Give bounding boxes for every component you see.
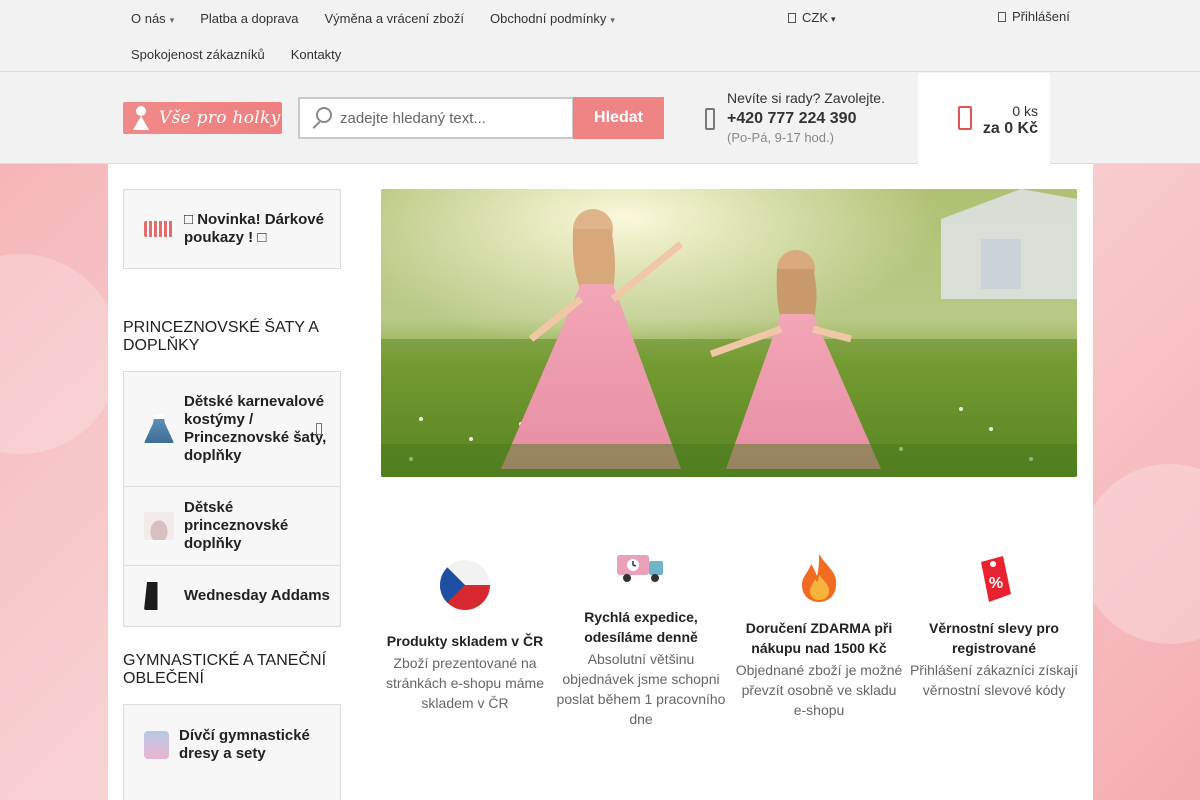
category-list-princess: Dětské karnevalové kostýmy / Princeznovs… bbox=[123, 371, 341, 627]
category-item-gym-dresses[interactable]: Dívčí gymnastické dresy a sety bbox=[124, 705, 340, 784]
feature-loyalty: % Věrnostní slevy pro registrované Přihl… bbox=[909, 552, 1079, 700]
nav-platba-a-doprava[interactable]: Platba a doprava bbox=[187, 11, 311, 26]
category-item-costumes[interactable]: Dětské karnevalové kostýmy / Princeznovs… bbox=[124, 372, 340, 487]
category-label: Wednesday Addams bbox=[184, 587, 330, 604]
cart-icon bbox=[958, 106, 972, 130]
nav-o-nas[interactable]: O nás ▾ bbox=[118, 11, 187, 26]
feature-title: Rychlá expedice, odesíláme denně bbox=[584, 609, 698, 645]
search-form: Hledat bbox=[298, 97, 664, 139]
black-dress-thumbnail bbox=[144, 582, 158, 610]
chevron-down-icon: ▾ bbox=[169, 14, 175, 25]
phone-icon bbox=[705, 108, 715, 130]
nav-kontakty[interactable]: Kontakty bbox=[278, 47, 355, 62]
promo-box: □ Novinka! Dárkové poukazy ! □ bbox=[123, 189, 341, 269]
girl-logo-icon bbox=[131, 104, 153, 132]
feature-description: Objednané zboží je možné převzít osobně … bbox=[735, 662, 903, 718]
discount-tag-icon: % bbox=[981, 556, 1011, 602]
feature-free-delivery: Doručení ZDARMA při nákupu nad 1500 Kč O… bbox=[734, 552, 904, 720]
feature-title: Doručení ZDARMA při nákupu nad 1500 Kč bbox=[745, 620, 893, 656]
login-link[interactable]: Přihlášení bbox=[998, 9, 1070, 24]
search-field bbox=[298, 97, 574, 139]
delivery-truck-icon bbox=[617, 555, 663, 582]
czech-flag-icon bbox=[440, 560, 490, 610]
chevron-down-icon: ▾ bbox=[610, 14, 615, 25]
main-content: □ Novinka! Dárkové poukazy ! □ PRINCEZNO… bbox=[108, 164, 1093, 800]
search-button[interactable]: Hledat bbox=[573, 97, 664, 139]
feature-fast-shipping: Rychlá expedice, odesíláme denně Absolut… bbox=[556, 549, 726, 729]
currency-icon bbox=[788, 13, 796, 23]
feature-stock: Produkty skladem v ČR Zboží prezentované… bbox=[380, 559, 550, 713]
nav-spokojenost-zakazniku[interactable]: Spokojenost zákazníků bbox=[118, 47, 278, 62]
cart-total: za 0 Kč bbox=[982, 120, 1038, 137]
category-heading-gymnastics: GYMNASTICKÉ A TANEČNÍ OBLEČENÍ bbox=[123, 652, 327, 687]
category-item-accessories[interactable]: Dětské princeznovské doplňky bbox=[124, 487, 340, 566]
promo-label: □ Novinka! Dárkové poukazy ! □ bbox=[184, 211, 324, 246]
contact-info: Nevíte si rady? Zavolejte. +420 777 224 … bbox=[727, 90, 885, 145]
category-label: Dětské karnevalové kostýmy / Princeznovs… bbox=[184, 393, 327, 464]
nav-obchodni-podminky[interactable]: Obchodní podmínky ▾ bbox=[477, 11, 628, 26]
category-heading-princess: PRINCEZNOVSKÉ ŠATY A DOPLŇKY bbox=[123, 319, 319, 354]
leotard-thumbnail bbox=[144, 730, 169, 759]
top-bar: O nás ▾ Platba a doprava Výměna a vrácení… bbox=[0, 0, 1200, 72]
search-icon bbox=[310, 107, 332, 129]
chevron-down-icon: ▾ bbox=[831, 14, 836, 24]
search-input[interactable] bbox=[340, 109, 560, 127]
blue-dress-thumbnail bbox=[144, 415, 174, 443]
feature-title: Věrnostní slevy pro registrované bbox=[929, 620, 1059, 656]
currency-selector[interactable]: CZK ▾ bbox=[788, 10, 836, 25]
contact-phone[interactable]: +420 777 224 390 bbox=[727, 110, 885, 128]
top-nav-row-2: Spokojenost zákazníků Kontakty bbox=[118, 36, 858, 72]
feature-description: Zboží prezentované na stránkách e-shopu … bbox=[386, 655, 544, 711]
feature-description: Absolutní většinu objednávek jsme schopn… bbox=[556, 651, 726, 727]
contact-hours: (Po-Pá, 9-17 hod.) bbox=[727, 130, 834, 145]
feature-title: Produkty skladem v ČR bbox=[386, 633, 544, 649]
svg-text:%: % bbox=[989, 575, 1003, 592]
category-label: Dětské princeznovské doplňky bbox=[184, 499, 289, 552]
cart-widget[interactable]: 0 ks za 0 Kč bbox=[918, 73, 1050, 164]
chevron-right-icon[interactable] bbox=[316, 423, 322, 435]
tiara-thumbnail bbox=[144, 512, 174, 540]
cart-quantity: 0 ks bbox=[1012, 103, 1038, 119]
hero-banner-image bbox=[381, 189, 1077, 477]
category-label: Dívčí gymnastické dresy a sety bbox=[179, 726, 310, 762]
user-icon bbox=[998, 12, 1006, 22]
top-nav-row-1: O nás ▾ Platba a doprava Výměna a vrácení… bbox=[118, 0, 858, 36]
gift-voucher-thumbnail bbox=[144, 221, 174, 237]
category-list-gymnastics: Dívčí gymnastické dresy a sety bbox=[123, 704, 341, 800]
category-item-wednesday[interactable]: Wednesday Addams bbox=[124, 566, 340, 626]
top-navigation: O nás ▾ Platba a doprava Výměna a vrácení… bbox=[118, 0, 858, 72]
contact-question: Nevíte si rady? Zavolejte. bbox=[727, 90, 885, 106]
feature-description: Přihlášení zákazníci získají věrnostní s… bbox=[909, 662, 1079, 698]
nav-vymena-a-vraceni[interactable]: Výměna a vrácení zboží bbox=[312, 11, 477, 26]
fire-icon bbox=[802, 554, 837, 602]
site-logo[interactable]: Vše pro holky bbox=[123, 102, 282, 134]
hero-banner[interactable] bbox=[381, 189, 1077, 477]
promo-item[interactable]: □ Novinka! Dárkové poukazy ! □ bbox=[124, 190, 340, 268]
